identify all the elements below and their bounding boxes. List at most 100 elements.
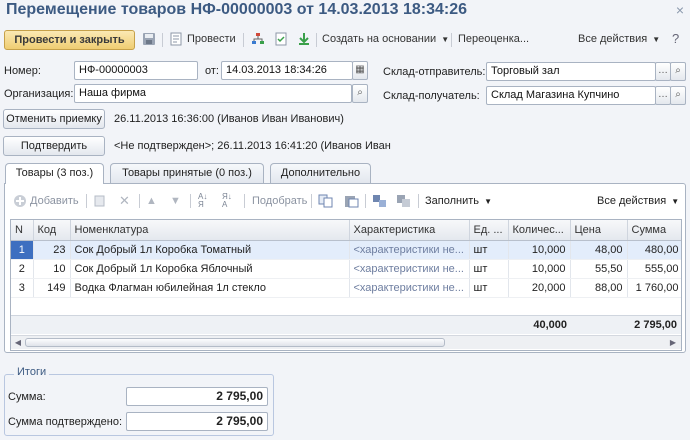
- reprice-button[interactable]: Переоценка...: [458, 33, 529, 45]
- tab-additional[interactable]: Дополнительно: [270, 163, 371, 183]
- all-actions-menu[interactable]: Все действия ▼: [578, 33, 660, 45]
- structure-icon[interactable]: [250, 32, 266, 48]
- sender-warehouse-field[interactable]: Торговый зал: [486, 62, 656, 81]
- table-all-actions-menu[interactable]: Все действия ▼: [597, 195, 679, 207]
- search-icon[interactable]: ⌕: [670, 86, 686, 105]
- scroll-left-icon[interactable]: ◀: [12, 337, 24, 349]
- toolbar-separator: [418, 194, 419, 208]
- toolbar-separator: [244, 194, 245, 208]
- scroll-right-icon[interactable]: ▶: [667, 337, 679, 349]
- table-all-actions-label: Все действия: [597, 195, 667, 207]
- tab-goods-received[interactable]: Товары принятые (0 поз.): [110, 163, 264, 183]
- column-header[interactable]: Характеристика: [349, 220, 470, 241]
- sort-descending-icon[interactable]: Я↓ А: [222, 193, 238, 209]
- sum-field: 2 795,00: [126, 387, 268, 406]
- cell-sum[interactable]: 555,00: [627, 259, 681, 279]
- cancel-receipt-button[interactable]: Отменить приемку: [3, 109, 105, 129]
- column-header[interactable]: Сумма: [627, 220, 681, 241]
- column-header[interactable]: Цена: [570, 220, 628, 241]
- total-sum: 2 795,00: [634, 319, 677, 331]
- chevron-down-icon: ▼: [441, 35, 450, 44]
- cell-price[interactable]: 88,00: [570, 278, 628, 298]
- confirm-button[interactable]: Подтвердить: [3, 136, 105, 156]
- save-icon[interactable]: [141, 32, 157, 48]
- cell-quantity[interactable]: 10,000: [508, 240, 571, 260]
- calendar-icon[interactable]: ▦: [352, 61, 368, 80]
- structure-copy-icon[interactable]: [372, 194, 388, 208]
- cell-characteristic[interactable]: <характеристики не...: [349, 259, 470, 279]
- post-button[interactable]: Провести: [187, 33, 236, 45]
- ellipsis-icon[interactable]: …: [655, 62, 671, 81]
- sum-label: Сумма:: [8, 391, 46, 403]
- sender-warehouse-label: Склад-отправитель:: [383, 66, 486, 78]
- move-down-icon[interactable]: ▼: [170, 194, 184, 208]
- search-icon[interactable]: ⌕: [670, 62, 686, 81]
- structure-paste-icon[interactable]: [396, 194, 412, 208]
- receiver-warehouse-field[interactable]: Склад Магазина Купчино: [486, 86, 656, 105]
- help-icon[interactable]: ?: [672, 31, 679, 46]
- cell-item[interactable]: Сок Добрый 1л Коробка Томатный: [70, 240, 350, 260]
- scrollbar-thumb[interactable]: [25, 338, 445, 347]
- close-icon[interactable]: ×: [676, 2, 684, 18]
- confirmed-sum-field: 2 795,00: [126, 412, 268, 431]
- create-based-on-label: Создать на основании: [322, 33, 437, 45]
- download-icon[interactable]: [296, 32, 312, 48]
- search-icon[interactable]: ⌕: [352, 84, 368, 103]
- column-header[interactable]: Количес...: [508, 220, 571, 241]
- table-row[interactable]: 2 10 Сок Добрый 1л Коробка Яблочный <хар…: [11, 259, 681, 279]
- post-icon[interactable]: [168, 32, 184, 48]
- paste-icon[interactable]: [344, 194, 360, 208]
- delete-icon[interactable]: ✕: [119, 194, 133, 208]
- cell-price[interactable]: 55,50: [570, 259, 628, 279]
- post-and-close-button[interactable]: Провести и закрыть: [4, 30, 135, 50]
- cell-item[interactable]: Сок Добрый 1л Коробка Яблочный: [70, 259, 350, 279]
- cell-sum[interactable]: 480,00: [627, 240, 681, 260]
- date-label: от:: [205, 65, 219, 77]
- column-header[interactable]: Номенклатура: [70, 220, 350, 241]
- move-up-icon[interactable]: ▲: [146, 194, 160, 208]
- organization-field[interactable]: Наша фирма: [74, 84, 352, 103]
- cell-unit[interactable]: шт: [469, 240, 509, 260]
- table-header-row: N Код Номенклатура Характеристика Ед. ..…: [11, 220, 681, 241]
- cell-unit[interactable]: шт: [469, 278, 509, 298]
- date-field[interactable]: 14.03.2013 18:34:26: [221, 61, 353, 80]
- cell-number: 3: [11, 278, 34, 298]
- confirm-info: <Не подтвержден>; 26.11.2013 16:41:20 (И…: [114, 140, 391, 152]
- table-row[interactable]: 3 149 Водка Флагман юбилейная 1л стекло …: [11, 278, 681, 298]
- toolbar-separator: [316, 33, 317, 47]
- total-quantity: 40,000: [533, 319, 567, 331]
- column-header[interactable]: N: [11, 220, 34, 241]
- copy-icon[interactable]: [318, 194, 334, 208]
- report-icon[interactable]: [273, 32, 289, 48]
- receiver-warehouse-label: Склад-получатель:: [383, 90, 480, 102]
- cell-quantity[interactable]: 10,000: [508, 259, 571, 279]
- window-title: Перемещение товаров НФ-00000003 от 14.03…: [6, 1, 467, 18]
- horizontal-scrollbar[interactable]: ◀ ▶: [11, 335, 681, 349]
- tab-goods[interactable]: Товары (3 поз.): [5, 163, 104, 184]
- toolbar-separator: [190, 194, 191, 208]
- ellipsis-icon[interactable]: …: [655, 86, 671, 105]
- create-based-on-menu[interactable]: Создать на основании ▼: [322, 33, 449, 45]
- cell-unit[interactable]: шт: [469, 259, 509, 279]
- sort-ascending-icon[interactable]: А↓ Я: [198, 193, 214, 209]
- fill-label: Заполнить: [425, 195, 480, 207]
- cell-sum[interactable]: 1 760,00: [627, 278, 681, 298]
- fill-menu[interactable]: Заполнить ▼: [425, 195, 492, 207]
- column-header[interactable]: Ед. ...: [469, 220, 509, 241]
- number-label: Номер:: [4, 65, 41, 77]
- copy-row-icon[interactable]: [93, 194, 107, 208]
- number-field[interactable]: НФ-00000003: [74, 61, 198, 80]
- add-icon[interactable]: [13, 194, 27, 208]
- add-button[interactable]: Добавить: [30, 195, 79, 207]
- cell-quantity[interactable]: 20,000: [508, 278, 571, 298]
- cell-code: 10: [33, 259, 71, 279]
- toolbar-separator: [311, 194, 312, 208]
- cell-price[interactable]: 48,00: [570, 240, 628, 260]
- cell-item[interactable]: Водка Флагман юбилейная 1л стекло: [70, 278, 350, 298]
- pick-button[interactable]: Подобрать: [252, 195, 307, 207]
- cell-characteristic[interactable]: <характеристики не...: [349, 240, 470, 260]
- table-row[interactable]: 1 23 Сок Добрый 1л Коробка Томатный <хар…: [11, 240, 681, 260]
- cell-characteristic[interactable]: <характеристики не...: [349, 278, 470, 298]
- cell-code: 23: [33, 240, 71, 260]
- column-header[interactable]: Код: [33, 220, 71, 241]
